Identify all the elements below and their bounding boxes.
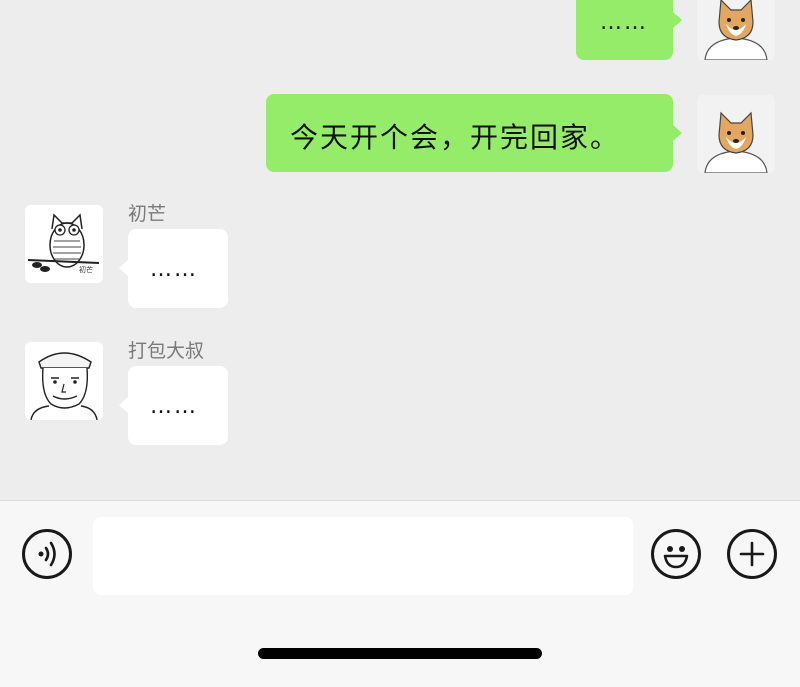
voice-icon: [38, 541, 56, 567]
contact-message-bubble[interactable]: ……: [128, 229, 228, 308]
cartoon-man-icon: [25, 342, 103, 420]
home-indicator[interactable]: [258, 648, 542, 659]
my-message-bubble[interactable]: 今天开个会，开完回家。: [266, 94, 673, 172]
sender-name: 打包大叔: [128, 340, 205, 362]
my-avatar[interactable]: [697, 0, 775, 60]
owl-caption: 初芒: [79, 266, 93, 274]
bubble-tail: [119, 397, 128, 413]
emoji-button[interactable]: [651, 529, 701, 579]
chat-area: …… 今天开个会，开完回家。 初芒 初芒 …… 打包大叔 ……: [0, 0, 800, 500]
bubble-tail: [673, 125, 682, 141]
message-text: ……: [600, 10, 648, 35]
contact-avatar-dabao[interactable]: [25, 342, 103, 420]
shiba-dog-icon: [697, 0, 775, 60]
emoji-icon: [663, 546, 689, 569]
my-message-bubble[interactable]: ……: [576, 0, 673, 60]
plus-button[interactable]: [727, 529, 777, 579]
contact-avatar-chumang[interactable]: 初芒: [25, 205, 103, 283]
message-input[interactable]: [93, 517, 633, 595]
my-avatar[interactable]: [697, 95, 775, 173]
message-text: ……: [150, 257, 198, 282]
bubble-tail: [673, 12, 682, 28]
shiba-dog-icon: [697, 95, 775, 173]
voice-button[interactable]: [22, 529, 72, 579]
message-text: ……: [150, 394, 198, 419]
input-toolbar: [0, 500, 800, 687]
bubble-tail: [119, 260, 128, 276]
plus-icon: [739, 541, 765, 567]
message-text: 今天开个会，开完回家。: [290, 121, 621, 154]
sender-name: 初芒: [128, 203, 167, 225]
contact-message-bubble[interactable]: ……: [128, 366, 228, 445]
